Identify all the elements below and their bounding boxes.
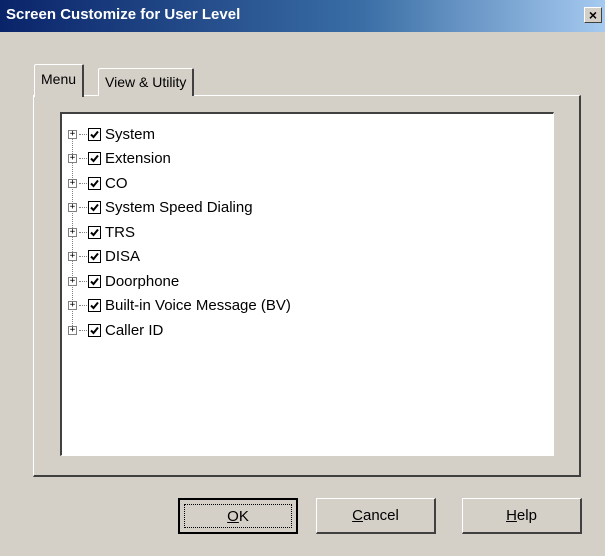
close-icon: × (588, 7, 598, 23)
tree-item-checkbox[interactable] (88, 152, 101, 166)
tree-item-checkbox[interactable] (88, 127, 101, 141)
cancel-button[interactable]: Cancel (316, 498, 436, 534)
checkmark-icon (90, 179, 99, 188)
tree-item[interactable]: + System Speed Dialing (68, 196, 291, 221)
tree-item-label: System (105, 125, 156, 143)
cancel-mnemonic: C (352, 507, 363, 524)
ok-button-label: OK (227, 508, 249, 525)
plus-icon[interactable]: + (68, 227, 77, 237)
ok-mnemonic: O (227, 507, 239, 525)
checkmark-icon (90, 277, 99, 286)
plus-icon[interactable]: + (68, 252, 77, 262)
tree-connector (79, 329, 87, 331)
tree-item-checkbox[interactable] (88, 201, 101, 215)
tree-item[interactable]: + TRS (68, 220, 291, 245)
plus-icon[interactable]: + (68, 129, 77, 139)
tree-item-label: DISA (105, 248, 141, 266)
tree-item[interactable]: + DISA (68, 245, 291, 270)
checkmark-icon (90, 130, 99, 139)
cancel-label-rest: ancel (362, 507, 399, 524)
tree-item-label: Extension (105, 150, 171, 168)
dialog-window: Screen Customize for User Level × Menu V… (0, 0, 605, 556)
tree-item-label: TRS (105, 223, 135, 241)
menu-tree[interactable]: + System + Extension + CO + System Speed Dialin… (60, 112, 554, 456)
tab-view-utility-label: View & Utility (105, 74, 187, 90)
tree-connector (79, 182, 87, 184)
checkmark-icon (90, 253, 99, 261)
ok-button-focus: OK (184, 504, 292, 528)
tree-item-label: Caller ID (105, 321, 164, 339)
tab-menu-label: Menu (41, 71, 77, 87)
tree-connector (79, 207, 87, 209)
checkmark-icon (90, 302, 99, 310)
tree-item-label: Doorphone (105, 272, 180, 290)
close-button[interactable]: × (584, 7, 602, 23)
tree-item-label: CO (105, 174, 128, 192)
tree-connector (79, 231, 87, 233)
tree-item-checkbox[interactable] (88, 176, 101, 190)
checkmark-icon (90, 326, 99, 335)
plus-icon[interactable]: + (68, 301, 77, 311)
tree-item[interactable]: + System (68, 122, 291, 147)
checkmark-icon (90, 228, 99, 237)
tree-item[interactable]: + Extension (68, 147, 291, 172)
plus-icon[interactable]: + (68, 325, 77, 335)
window-title: Screen Customize for User Level (6, 6, 241, 23)
checkmark-icon (90, 204, 99, 212)
help-button-label: Help (506, 507, 537, 524)
tree-connector (79, 256, 87, 258)
help-button[interactable]: Help (462, 498, 582, 534)
tree-item-checkbox[interactable] (88, 225, 101, 239)
tab-view-utility[interactable]: View & Utility (98, 68, 195, 96)
cancel-button-label: Cancel (352, 507, 399, 524)
checkmark-icon (90, 155, 99, 163)
plus-icon[interactable]: + (68, 178, 77, 188)
tree-item-checkbox[interactable] (88, 323, 101, 337)
tree-item-label: System Speed Dialing (105, 199, 253, 217)
ok-label-rest: K (238, 507, 249, 525)
tree-item[interactable]: + CO (68, 171, 291, 196)
tree-item[interactable]: + Caller ID (68, 318, 291, 343)
help-label-rest: elp (516, 507, 537, 524)
plus-icon[interactable]: + (68, 154, 77, 164)
plus-icon[interactable]: + (68, 203, 77, 213)
tree-connector (79, 305, 87, 307)
tree-item-checkbox[interactable] (88, 299, 101, 313)
tree-item-checkbox[interactable] (88, 250, 101, 264)
tree-list: + System + Extension + CO + System Speed Dialin… (68, 122, 291, 343)
tree-item[interactable]: + Built-in Voice Message (BV) (68, 294, 291, 319)
tree-item-label: Built-in Voice Message (BV) (105, 297, 291, 315)
tree-connector (79, 158, 87, 160)
tree-item-checkbox[interactable] (88, 274, 101, 288)
help-mnemonic: H (506, 507, 517, 524)
ok-button[interactable]: OK (178, 498, 298, 534)
title-bar[interactable]: Screen Customize for User Level × (0, 0, 605, 32)
tree-connector (79, 133, 87, 135)
tree-connector (79, 280, 87, 282)
tree-item[interactable]: + Doorphone (68, 269, 291, 294)
tab-menu[interactable]: Menu (34, 64, 85, 97)
plus-icon[interactable]: + (68, 276, 77, 286)
